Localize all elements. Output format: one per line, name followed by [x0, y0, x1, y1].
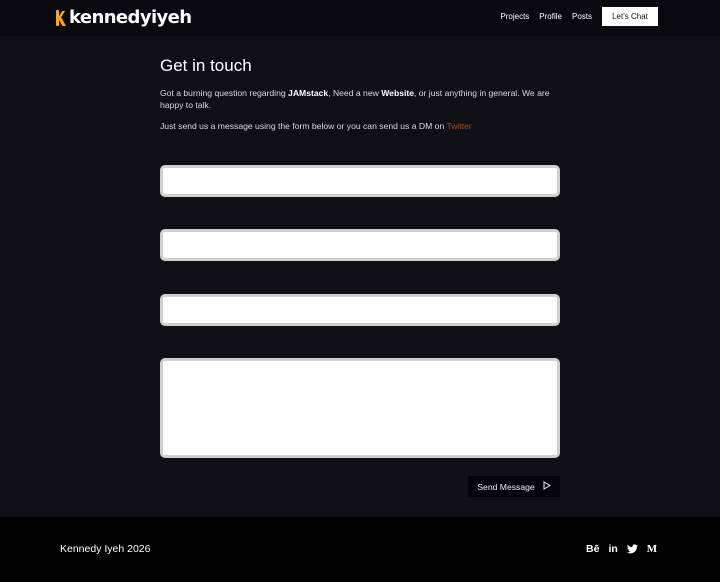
nav-item-profile[interactable]: Profile	[539, 12, 562, 21]
twitter-link[interactable]: Twitter	[446, 121, 471, 131]
logo[interactable]: kennedyiyeh	[56, 7, 192, 29]
intro-keyword-jamstack: JAMstack	[288, 88, 329, 98]
site-header: kennedyiyeh Projects Profile Posts Let's…	[0, 0, 720, 36]
copyright-text: Kennedy Iyeh 2026	[60, 543, 151, 555]
lets-chat-button[interactable]: Let's Chat	[602, 7, 658, 26]
send-message-button[interactable]: Send Message	[468, 476, 560, 497]
send-message-label: Send Message	[477, 481, 535, 492]
behance-icon[interactable]: Bē	[586, 542, 599, 556]
nav-item-projects[interactable]: Projects	[500, 12, 529, 21]
page-title: Get in touch	[160, 56, 252, 75]
dm-text: Just send us a message using the form be…	[160, 120, 560, 132]
name-input[interactable]	[160, 165, 560, 197]
message-textarea[interactable]	[160, 358, 560, 458]
medium-icon[interactable]: M	[647, 542, 657, 556]
social-links: Bē in M	[586, 542, 657, 556]
intro-keyword-website: Website	[381, 88, 414, 98]
email-input[interactable]	[160, 229, 560, 261]
intro-part: , Need a new	[328, 88, 382, 98]
nav-item-posts[interactable]: Posts	[572, 12, 592, 21]
main-nav: Projects Profile Posts	[500, 12, 592, 21]
send-icon	[543, 481, 551, 492]
logo-text: kennedyiyeh	[69, 7, 192, 28]
linkedin-icon[interactable]: in	[608, 542, 617, 556]
intro-part: Got a burning question regarding	[160, 88, 289, 98]
site-footer: Kennedy Iyeh 2026 Bē in M	[0, 517, 720, 582]
dm-text-body: Just send us a message using the form be…	[160, 121, 447, 131]
intro-text: Got a burning question regarding JAMstac…	[160, 87, 560, 111]
subject-input[interactable]	[160, 294, 560, 326]
twitter-icon[interactable]	[626, 544, 638, 554]
logo-mark-icon	[56, 10, 66, 26]
